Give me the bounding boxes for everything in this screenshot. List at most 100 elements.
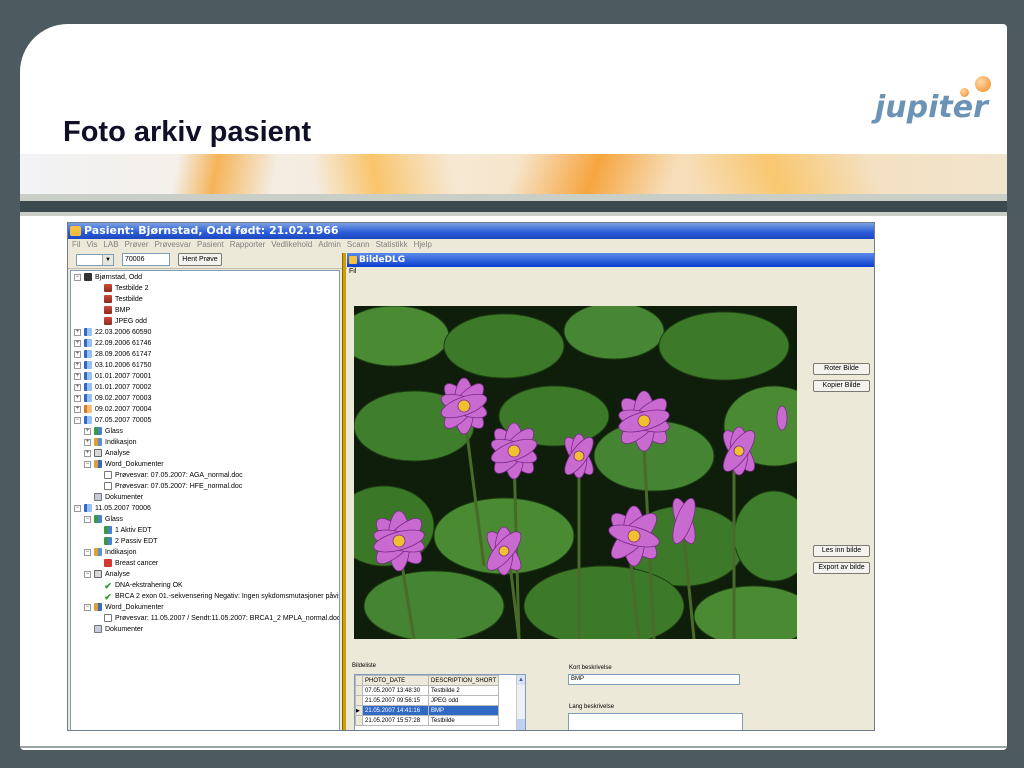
tree-node[interactable]: Dokumenter (94, 624, 143, 635)
word-icon (94, 460, 102, 469)
tree-node[interactable]: + Glass (84, 426, 123, 437)
tree-node[interactable]: Testbilde 2 (104, 283, 148, 294)
expand-icon[interactable]: + (74, 383, 81, 391)
doc-icon (104, 471, 112, 480)
row-header[interactable] (355, 715, 363, 726)
fetch-sample-button[interactable]: Hent Prøve (178, 253, 222, 266)
expand-icon[interactable]: + (74, 350, 81, 358)
table-row[interactable]: ▶ 21.05.2007 14:41:16 BMP (355, 705, 500, 716)
menu-item[interactable]: Vis (86, 239, 97, 251)
menu-item[interactable]: Admin (318, 239, 341, 251)
photo-date-cell: 21.05.2007 14:41:16 (362, 705, 429, 716)
tree-node[interactable]: +22.03.2006 60590 (74, 327, 151, 338)
table-row[interactable]: 21.05.2007 15:57:28 Testbilde (355, 715, 500, 726)
collapse-icon[interactable]: − (84, 460, 91, 468)
menu-item[interactable]: Pasient (197, 239, 224, 251)
image-list-grid[interactable]: PHOTO_DATE DESCRIPTION_SHORT 07.05.2007 13… (354, 674, 526, 730)
expand-icon[interactable]: + (74, 394, 81, 402)
tree-node-label: 09.02.2007 70004 (95, 406, 152, 413)
short-desc-input[interactable]: BMP (568, 674, 740, 685)
collapse-icon[interactable]: − (74, 416, 81, 424)
collapse-icon[interactable]: − (84, 570, 91, 578)
grid-column-header[interactable]: PHOTO_DATE (362, 675, 429, 686)
tree-node[interactable]: Prøvesvar: 07.05.2007: AGA_normal.doc (104, 470, 243, 481)
photo-date-cell: 21.05.2007 15:57:28 (362, 715, 429, 726)
tree-node[interactable]: Prøvesvar: 11.05.2007 / Sendt:11.05.2007… (104, 613, 339, 624)
scroll-up-icon[interactable]: ▲ (517, 675, 525, 685)
expand-icon[interactable]: + (74, 361, 81, 369)
tree-node[interactable]: + Indikasjon (84, 437, 137, 448)
export-image-button[interactable]: Export av bilde (813, 562, 870, 574)
tree-node[interactable]: +01.01.2007 70001 (74, 371, 151, 382)
menu-item[interactable]: LAB (103, 239, 118, 251)
menu-item[interactable]: Prøver (125, 239, 149, 251)
tree-node[interactable]: − 07.05.2007 70005 (74, 415, 151, 426)
logo-text: jupiter (875, 90, 988, 125)
row-header[interactable] (355, 685, 363, 696)
table-row[interactable]: 21.05.2007 09:56:15 JPEG odd (355, 695, 500, 706)
expand-icon[interactable]: + (74, 328, 81, 336)
tree-node[interactable]: − 11.05.2007 70006 (74, 503, 151, 514)
bottom-divider (20, 746, 1007, 748)
menu-item[interactable]: Rapporter (230, 239, 266, 251)
menu-item[interactable]: Fil (72, 239, 80, 251)
tree-node[interactable]: ✔ DNA-ekstrahering OK (104, 580, 182, 591)
tree-node[interactable]: Breast cancer (104, 558, 158, 569)
dialog-menu-fil[interactable]: Fil (347, 267, 874, 277)
grid-scrollbar[interactable]: ▲ (516, 675, 525, 730)
expand-icon[interactable]: + (74, 339, 81, 347)
long-desc-textarea[interactable] (568, 713, 743, 730)
collapse-icon[interactable]: − (84, 603, 91, 611)
menu-item[interactable]: Statistikk (376, 239, 408, 251)
sample-id-input[interactable]: 70006 (122, 253, 170, 266)
menu-item[interactable]: Scann (347, 239, 370, 251)
menu-item[interactable]: Vedlikehold (271, 239, 312, 251)
tree-node[interactable]: BMP (104, 305, 130, 316)
rotate-image-button[interactable]: Roter Bilde (813, 363, 870, 375)
tree-node[interactable]: − Glass (84, 514, 123, 525)
table-row[interactable]: 07.05.2007 13:48:30 Testbilde 2 (355, 685, 500, 696)
tree-node[interactable]: +01.01.2007 70002 (74, 382, 151, 393)
tree-node[interactable]: +28.09.2006 61747 (74, 349, 151, 360)
row-pointer-icon[interactable]: ▶ (355, 705, 363, 716)
tree-node[interactable]: ✔ BRCA 2 exon 01.-sekvensering Negativ: I… (104, 591, 339, 602)
menu-item[interactable]: Prøvesvar (155, 239, 191, 251)
tree-node-label: 22.09.2006 61746 (95, 340, 152, 347)
row-header[interactable] (355, 695, 363, 706)
collapse-icon[interactable]: − (84, 548, 91, 556)
tree-node[interactable]: − Word_Dokumenter (84, 459, 164, 470)
doc-icon (104, 614, 112, 623)
expand-icon[interactable]: + (74, 372, 81, 380)
grid-column-header[interactable]: DESCRIPTION_SHORT (427, 675, 500, 686)
sample-type-dropdown[interactable]: ▼ (76, 254, 114, 266)
collapse-icon[interactable]: − (74, 504, 81, 512)
copy-image-button[interactable]: Kopier Bilde (813, 380, 870, 392)
tree-node[interactable]: + Analyse (84, 448, 130, 459)
scroll-thumb[interactable] (517, 719, 525, 730)
tree-node[interactable]: +03.10.2006 61750 (74, 360, 151, 371)
tree-node[interactable]: − Word_Dokumenter (84, 602, 164, 613)
tree-node[interactable]: Prøvesvar: 07.05.2007: HFE_normal.doc (104, 481, 242, 492)
tree-node[interactable]: Testbilde (104, 294, 143, 305)
tree-node[interactable]: +09.02.2007 70003 (74, 393, 151, 404)
tree-node[interactable]: +09.02.2007 70004 (74, 404, 151, 415)
tree-node[interactable]: 1 Aktiv EDT (104, 525, 152, 536)
tree-node[interactable]: +22.09.2006 61746 (74, 338, 151, 349)
tree-node[interactable]: 2 Passiv EDT (104, 536, 157, 547)
tree-node[interactable]: JPEG odd (104, 316, 147, 327)
collapse-icon[interactable]: − (84, 515, 91, 523)
menu-item[interactable]: Hjelp (414, 239, 432, 251)
tree-node[interactable]: − Analyse (84, 569, 130, 580)
tree-node[interactable]: Dokumenter (94, 492, 143, 503)
chevron-down-icon[interactable]: ▼ (102, 255, 113, 265)
import-image-button[interactable]: Les inn bilde (813, 545, 870, 557)
tree-node[interactable]: − Bjørnstad, Odd (74, 272, 142, 283)
expand-icon[interactable]: + (84, 449, 91, 457)
patient-tree[interactable]: − Bjørnstad, Odd Testbilde 2 Testbilde BMP JP… (70, 270, 340, 730)
expand-icon[interactable]: + (84, 427, 91, 435)
tree-node[interactable]: − Indikasjon (84, 547, 137, 558)
expand-icon[interactable]: + (84, 438, 91, 446)
collapse-icon[interactable]: − (74, 273, 81, 281)
panel-splitter[interactable] (342, 253, 346, 730)
expand-icon[interactable]: + (74, 405, 81, 413)
